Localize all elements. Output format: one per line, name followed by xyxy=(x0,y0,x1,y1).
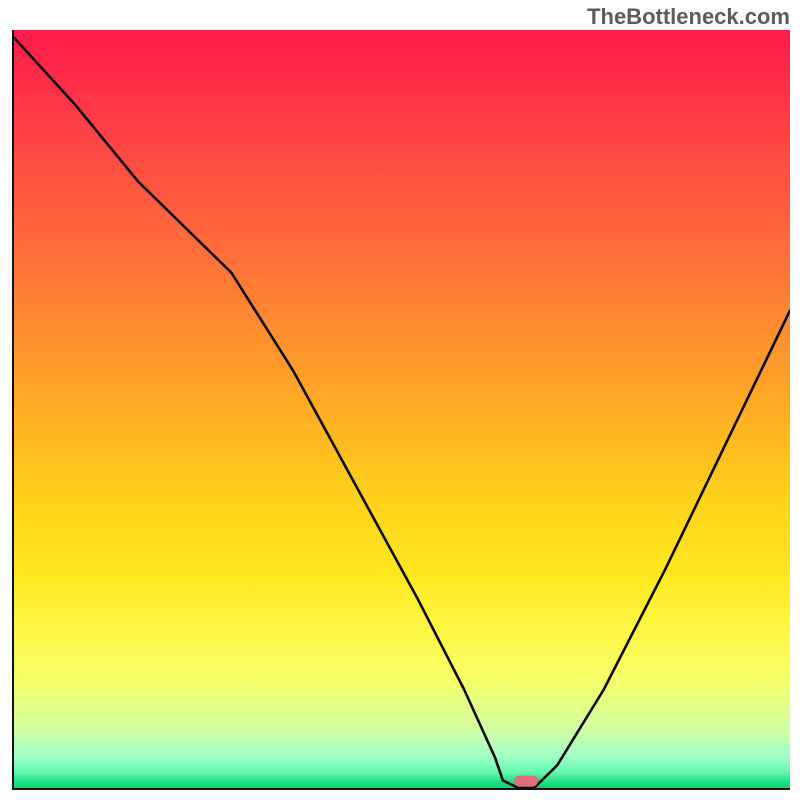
watermark-label: TheBottleneck.com xyxy=(587,4,790,30)
bottleneck-chart: TheBottleneck.com xyxy=(0,0,800,800)
plot-area xyxy=(12,30,790,790)
optimal-point-marker xyxy=(514,776,538,787)
bottleneck-curve xyxy=(14,30,790,788)
